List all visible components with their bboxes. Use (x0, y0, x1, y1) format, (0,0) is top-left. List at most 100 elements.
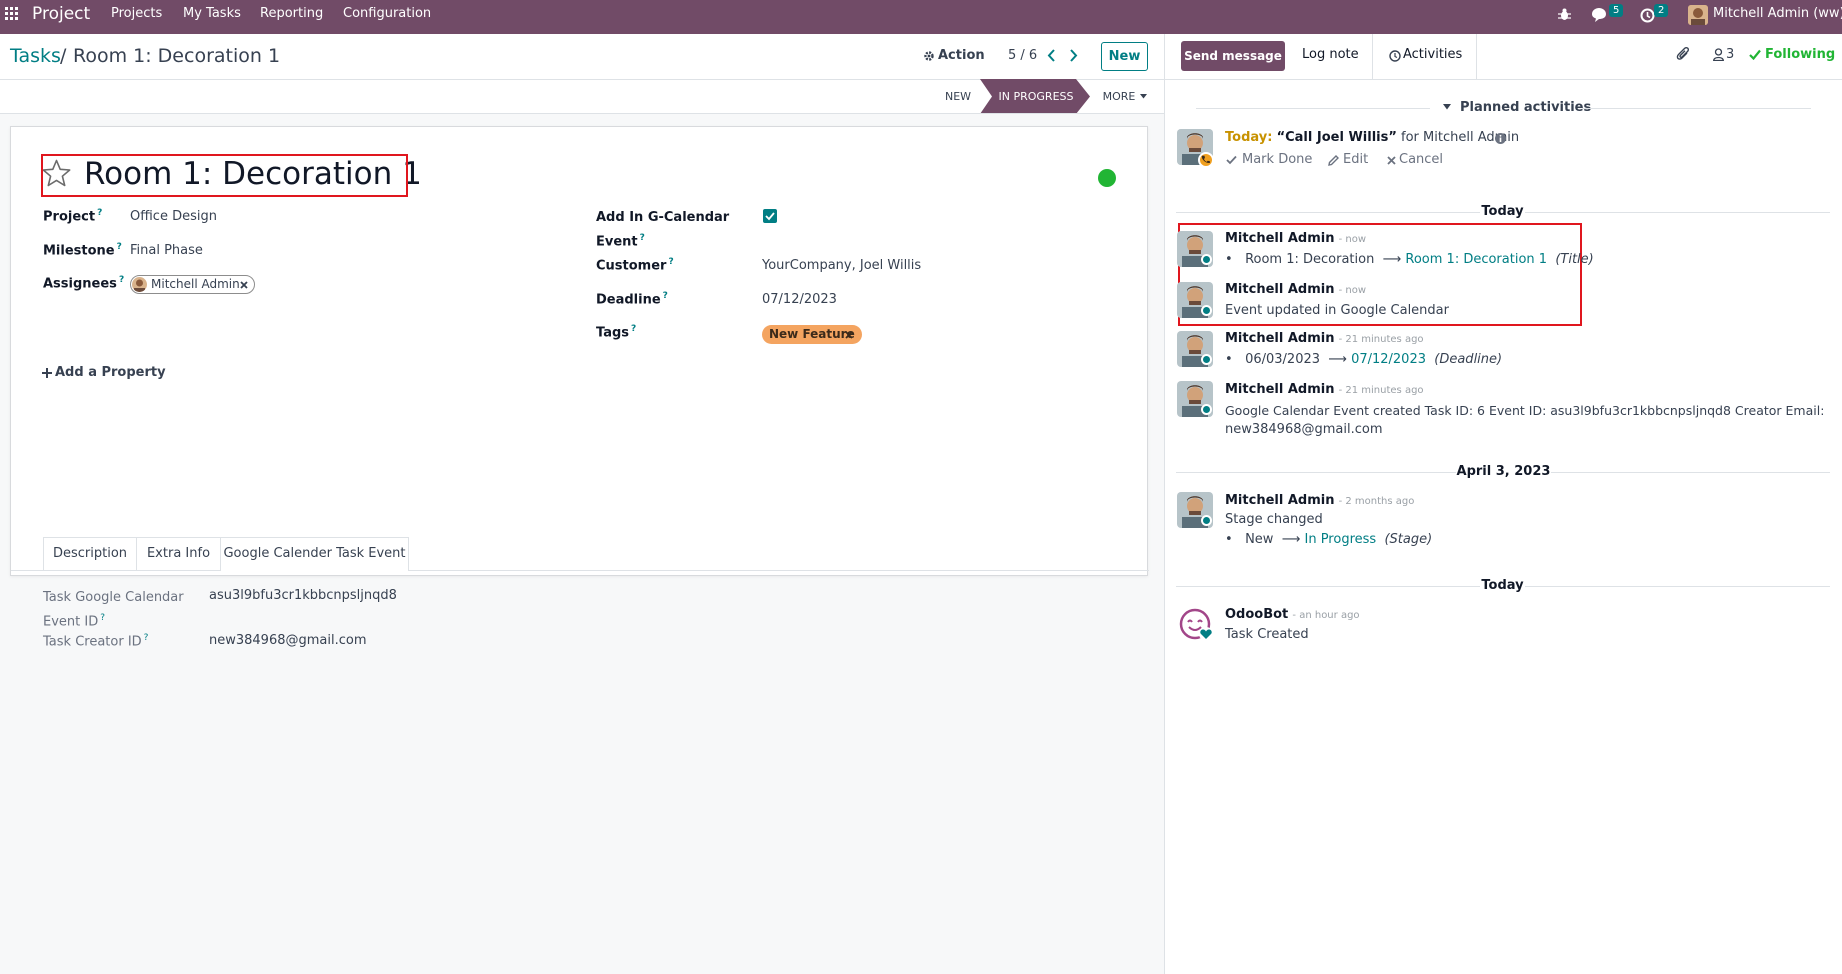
message-body-cont: new384968@gmail.com (1225, 422, 1383, 437)
date-sep-line-right (1551, 472, 1830, 473)
pager-next-icon[interactable] (1068, 49, 1078, 62)
gcal-label: Add In G-Calendar Event? (596, 210, 730, 250)
action-button[interactable]: Action (938, 48, 985, 63)
send-message-button[interactable]: Send message (1181, 41, 1285, 71)
message-tracking-value: • 06/03/2023 ⟶ 07/12/2023 (Deadline) (1225, 352, 1503, 367)
milestone-value[interactable]: Final Phase (130, 243, 203, 258)
message-tracking-value: • New ⟶ In Progress (Stage) (1225, 532, 1433, 547)
activity-info-icon[interactable] (1495, 133, 1506, 144)
tags-label: Tags? (596, 324, 637, 341)
date-sep-line-right (1525, 212, 1830, 213)
activity-summary: “Call Joel Willis” (1276, 130, 1397, 145)
presence-dot (1201, 254, 1212, 265)
mark-done-button[interactable]: Mark Done (1242, 152, 1312, 167)
tab-extra-info[interactable]: Extra Info (136, 537, 221, 570)
tabs-bottom-border (11, 570, 1149, 571)
message-header: Mitchell Admin - 21 minutes ago (1225, 331, 1424, 346)
tag-new-feature[interactable]: New Feature (762, 325, 862, 344)
attachment-paperclip-icon[interactable] (1676, 46, 1690, 62)
customer-label: Customer? (596, 257, 674, 274)
gcal-event-id-value[interactable]: asu3l9bfu3cr1kbbcnpsljnqd8 (209, 588, 397, 603)
new-button[interactable]: New (1101, 42, 1148, 71)
project-value[interactable]: Office Design (130, 209, 217, 224)
date-sep-line-left (1176, 586, 1480, 587)
activities-button[interactable]: Activities (1403, 47, 1462, 62)
planned-activities-line-left (1196, 108, 1430, 109)
form-sheet: Room 1: Decoration 1 Project? Office Des… (10, 126, 1149, 649)
add-property-plus-icon[interactable] (42, 368, 52, 378)
breadcrumb-current: Room 1: Decoration 1 (73, 45, 281, 67)
menu-configuration[interactable]: Configuration (343, 0, 431, 34)
followers-count[interactable]: 3 (1726, 47, 1734, 62)
menu-reporting[interactable]: Reporting (260, 0, 323, 34)
followers-user-icon[interactable] (1713, 48, 1724, 61)
messages-badge: 5 (1609, 4, 1624, 17)
edit-pencil-icon[interactable] (1328, 155, 1339, 166)
breadcrumb-separator: / (60, 45, 67, 67)
pager-value[interactable]: 5 / 6 (1008, 48, 1037, 63)
top-navbar: Project Projects My Tasks Reporting Conf… (0, 0, 1842, 34)
add-property-link[interactable]: Add a Property (55, 365, 166, 380)
app-name[interactable]: Project (32, 0, 90, 34)
message-body: Stage changed (1225, 512, 1323, 527)
chatter-divider (1164, 34, 1165, 974)
planned-activities-caret-icon[interactable] (1443, 104, 1451, 110)
stage-new[interactable]: NEW (934, 79, 982, 114)
mark-done-check-icon[interactable] (1226, 155, 1237, 165)
pager-previous-icon[interactable] (1047, 49, 1057, 62)
activities-clock-icon[interactable] (1640, 8, 1655, 23)
tag-label: New Feature (769, 327, 855, 341)
message-body: Event updated in Google Calendar (1225, 303, 1449, 318)
app-grid-icon[interactable] (5, 7, 19, 21)
stage-in-progress[interactable]: IN PROGRESS (992, 79, 1080, 114)
task-creator-id-value[interactable]: new384968@gmail.com (209, 633, 367, 648)
chatter-topbar: Send message Log note Activities 3 Follo… (1165, 34, 1842, 80)
following-check-icon[interactable] (1749, 49, 1761, 60)
presence-dot (1201, 354, 1212, 365)
debug-bug-icon[interactable] (1558, 8, 1571, 21)
deadline-label: Deadline? (596, 291, 668, 308)
presence-dot (1201, 305, 1212, 316)
task-creator-id-label: Task Creator ID? (43, 633, 149, 650)
activity-summary-line: Today: “Call Joel Willis” for Mitchell A… (1225, 130, 1519, 145)
tab-google-calender-task-event[interactable]: Google Calender Task Event (220, 537, 409, 571)
tag-remove-icon[interactable] (845, 331, 853, 339)
planned-activities-line-right (1582, 108, 1811, 109)
menu-my-tasks[interactable]: My Tasks (183, 0, 241, 34)
edit-button[interactable]: Edit (1343, 152, 1368, 167)
odoobot-heart-icon (1199, 627, 1213, 641)
chatter-tab-separator (1372, 34, 1373, 80)
user-avatar[interactable] (1688, 5, 1708, 25)
message-body: Task Created (1225, 627, 1309, 642)
assignee-name: Mitchell Admin (151, 277, 240, 291)
tab-description[interactable]: Description (43, 537, 137, 570)
message-body: Google Calendar Event created Task ID: 6… (1225, 403, 1825, 418)
stage-more[interactable]: MORE (1100, 79, 1138, 114)
breadcrumb-tasks[interactable]: Tasks (10, 45, 61, 67)
date-sep-line-left (1176, 472, 1456, 473)
activities-clock-small-icon[interactable] (1389, 50, 1401, 62)
more-caret-icon[interactable] (1140, 94, 1147, 99)
gcal-checkbox[interactable] (763, 209, 777, 223)
cancel-button[interactable]: Cancel (1399, 152, 1443, 167)
title-highlight-box (41, 154, 408, 197)
kanban-state-dot[interactable] (1098, 169, 1116, 187)
assignee-avatar (132, 277, 147, 292)
assignee-remove-icon[interactable] (240, 281, 248, 289)
menu-projects[interactable]: Projects (111, 0, 162, 34)
milestone-label: Milestone? (43, 242, 122, 259)
customer-value[interactable]: YourCompany, Joel Willis (762, 258, 921, 273)
user-name[interactable]: Mitchell Admin (ww) (1713, 0, 1842, 34)
deadline-value[interactable]: 07/12/2023 (762, 292, 837, 307)
assignee-tag[interactable]: Mitchell Admin (130, 275, 255, 294)
activities-badge: 2 (1654, 4, 1669, 17)
log-note-button[interactable]: Log note (1302, 47, 1359, 62)
messages-icon[interactable] (1591, 8, 1609, 23)
action-gear-icon[interactable] (923, 50, 935, 62)
message-header: OdooBot - an hour ago (1225, 607, 1360, 622)
date-separator-today-2: Today (1481, 578, 1524, 593)
following-button[interactable]: Following (1765, 47, 1835, 62)
assignees-label: Assignees? (43, 275, 125, 292)
planned-activities-toggle[interactable]: Planned activities (1460, 100, 1591, 115)
cancel-x-icon[interactable] (1387, 156, 1396, 165)
